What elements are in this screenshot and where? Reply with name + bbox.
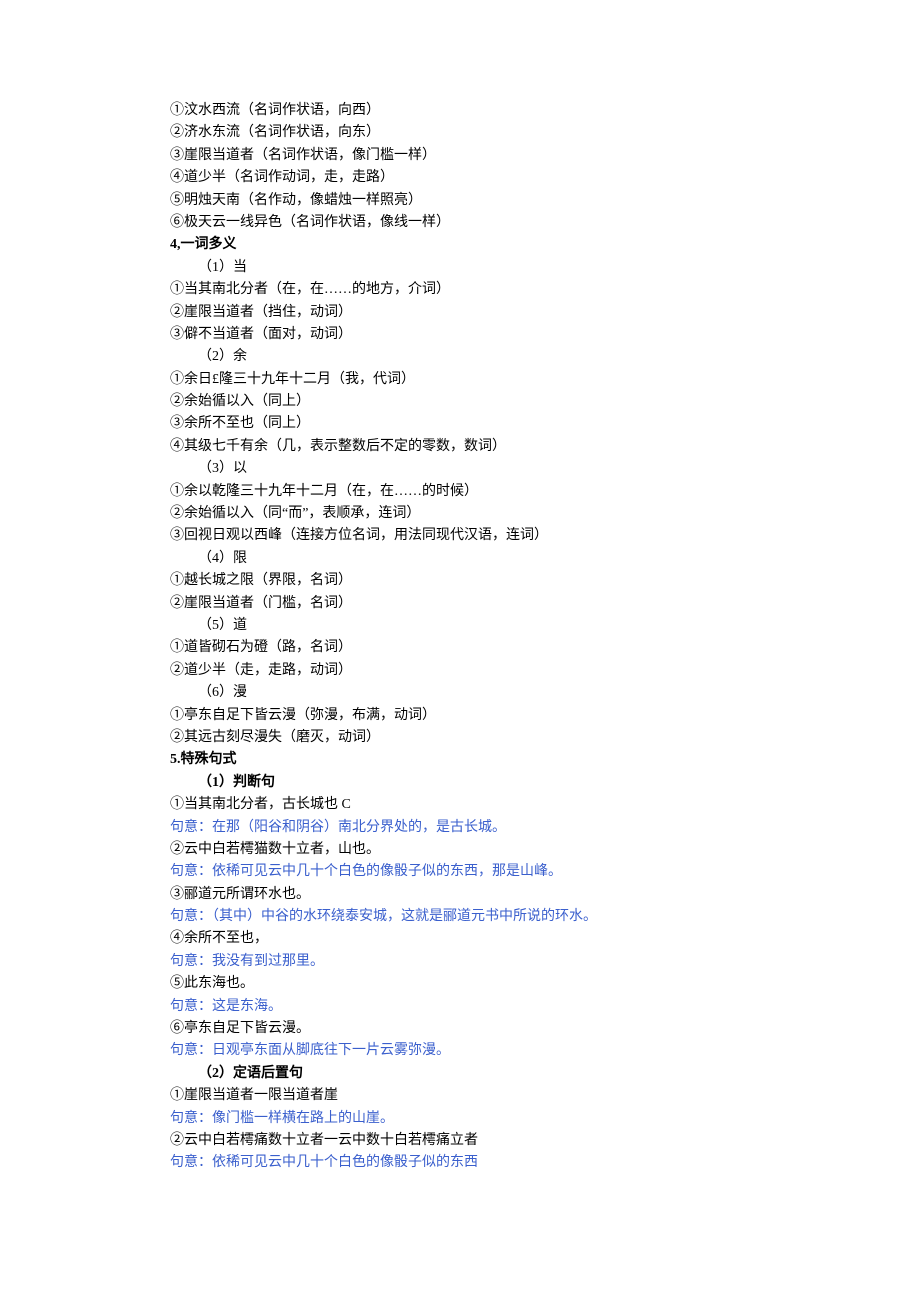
sec5-p2-head: （2）定语后置句 — [170, 1063, 760, 1085]
sec3-item-5: ⑤明烛天南（名作动，像蜡烛一样照亮） — [170, 190, 760, 212]
sec3-item-1: ①汶水西流（名词作状语，向西） — [170, 100, 760, 122]
sec3-item-3: ③崖限当道者（名词作状语，像门槛一样） — [170, 145, 760, 167]
sec5-p1-item-1-meaning: 句意：在那（阳谷和阴谷）南北分界处的，是古长城。 — [170, 817, 760, 839]
sec4-g2-item-4: ④其级七千有余（几，表示整数后不定的零数，数词） — [170, 436, 760, 458]
sec5-p2-item-1-meaning: 句意：像门槛一样横在路上的山崖。 — [170, 1108, 760, 1130]
sec3-item-6: ⑥极天云一线异色（名词作状语，像线一样） — [170, 212, 760, 234]
sec5-p2-item-2-meaning: 句意：依稀可见云中几十个白色的像骰子似的东西 — [170, 1152, 760, 1174]
sec5-p1-item-6-meaning: 句意：日观亭东面从脚底往下一片云雾弥漫。 — [170, 1040, 760, 1062]
sec5-title: 5.特殊句式 — [170, 749, 760, 771]
sec5-p1-item-4-meaning: 句意：我没有到过那里。 — [170, 951, 760, 973]
sec4-g1-item-3: ③僻不当道者（面对，动词） — [170, 324, 760, 346]
sec4-g5-item-2: ②道少半（走，走路，动词） — [170, 660, 760, 682]
sec4-g1-head: （1）当 — [170, 257, 760, 279]
sec5-p1-head: （1）判断句 — [170, 772, 760, 794]
sec5-p1-item-3-text: ③郦道元所谓环水也。 — [170, 884, 760, 906]
sec4-g4-item-2: ②崖限当道者（门槛，名词） — [170, 593, 760, 615]
sec4-g6-item-2: ②其远古刻尽漫失（磨灭，动词） — [170, 727, 760, 749]
sec4-g2-item-3: ③余所不至也（同上） — [170, 413, 760, 435]
sec4-title: 4,一词多义 — [170, 234, 760, 256]
sec5-p1-item-5-meaning: 句意：这是东海。 — [170, 996, 760, 1018]
sec4-g6-head: （6）漫 — [170, 682, 760, 704]
sec4-g5-head: （5）道 — [170, 615, 760, 637]
sec4-g3-item-2: ②余始循以入（同“而”，表顺承，连词） — [170, 503, 760, 525]
sec5-p1-item-4-text: ④余所不至也， — [170, 928, 760, 950]
sec5-p1-item-2-text: ②云中白若樗猫数十立者，山也。 — [170, 839, 760, 861]
sec4-g2-item-1: ①余日£隆三十九年十二月（我，代词） — [170, 369, 760, 391]
sec5-p2-item-1-text: ①崖限当道者一限当道者崖 — [170, 1085, 760, 1107]
sec4-g4-item-1: ①越长城之限（界限，名词） — [170, 570, 760, 592]
sec5-p1-item-5-text: ⑤此东海也。 — [170, 973, 760, 995]
sec3-item-2: ②济水东流（名词作状语，向东） — [170, 122, 760, 144]
sec4-g3-item-3: ③回视日观以西峰（连接方位名词，用法同现代汉语，连词） — [170, 525, 760, 547]
sec5-p1-item-1-text: ①当其南北分者，古长城也 C — [170, 794, 760, 816]
sec4-g3-item-1: ①余以乾隆三十九年十二月（在，在……的时候） — [170, 481, 760, 503]
sec4-g2-head: （2）余 — [170, 346, 760, 368]
sec4-g3-head: （3）以 — [170, 458, 760, 480]
sec4-g5-item-1: ①道皆砌石为磴（路，名词） — [170, 637, 760, 659]
sec4-g2-item-2: ②余始循以入（同上） — [170, 391, 760, 413]
sec4-g6-item-1: ①亭东自足下皆云漫（弥漫，布满，动词） — [170, 705, 760, 727]
sec5-p1-item-3-meaning: 句意：（其中）中谷的水环绕泰安城，这就是郦道元书中所说的环水。 — [170, 906, 760, 928]
sec3-item-4: ④道少半（名词作动词，走，走路） — [170, 167, 760, 189]
sec4-g1-item-1: ①当其南北分者（在，在……的地方，介词） — [170, 279, 760, 301]
sec5-p2-item-2-text: ②云中白若樗痛数十立者一云中数十白若樗痛立者 — [170, 1130, 760, 1152]
sec4-g4-head: （4）限 — [170, 548, 760, 570]
sec4-g1-item-2: ②崖限当道者（挡住，动词） — [170, 302, 760, 324]
sec5-p1-item-6-text: ⑥亭东自足下皆云漫。 — [170, 1018, 760, 1040]
sec5-p1-item-2-meaning: 句意：依稀可见云中几十个白色的像骰子似的东西，那是山峰。 — [170, 861, 760, 883]
document-page: ①汶水西流（名词作状语，向西） ②济水东流（名词作状语，向东） ③崖限当道者（名… — [0, 0, 920, 1235]
